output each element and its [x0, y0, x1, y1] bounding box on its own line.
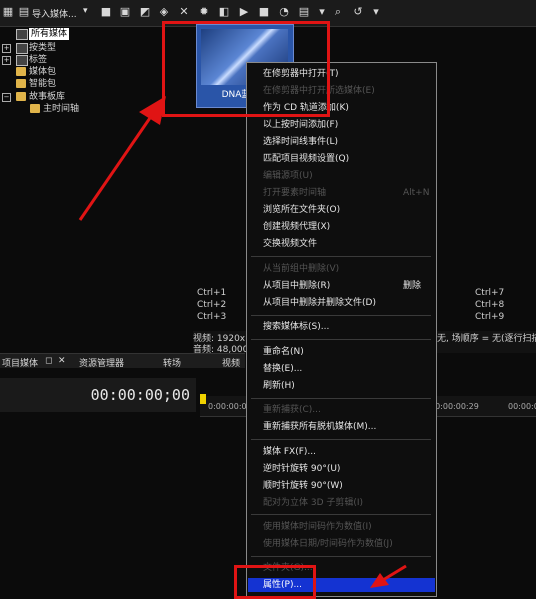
- annotation-arrow-down: [370, 564, 407, 588]
- annotation-arrow-up: [78, 96, 166, 221]
- annotation-arrows: [78, 96, 407, 588]
